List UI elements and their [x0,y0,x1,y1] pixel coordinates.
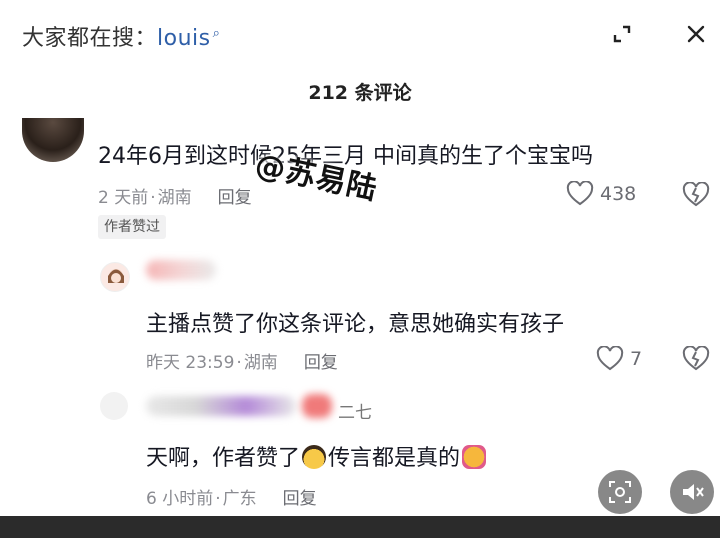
username-blurred [146,260,216,280]
avatar[interactable] [100,392,128,420]
author-liked-tag: 作者赞过 [98,215,166,239]
comment-location: 湖南 [157,188,192,208]
comment-meta: 昨天 23:59 · 湖南 回复 [146,353,338,373]
search-keyword[interactable]: louis [157,26,211,51]
comment-location: 广东 [222,489,257,509]
like-button[interactable]: 7 [596,346,642,372]
broken-heart-icon [682,345,710,371]
reply-button[interactable]: 回复 [218,188,252,208]
expand-icon [613,25,631,43]
heart-icon [596,346,624,371]
username-emoji-blurred [302,394,332,418]
close-icon [687,25,705,43]
comments-header: 大家都在搜：louis ⌕ [0,0,720,70]
search-prefix: 大家都在搜： [22,26,158,51]
comment-text: 天啊，作者赞了 传言都是真的 [146,440,488,472]
mute-icon [683,484,704,500]
broken-heart-icon [682,181,710,207]
username-blurred [146,396,296,416]
comment-text-part: 天啊，作者赞了 [146,446,301,471]
graduate-emoji-icon [302,445,327,469]
avatar[interactable] [100,262,130,292]
heart-icon [566,181,594,206]
username-fragment: 二七 [338,403,372,423]
dislike-button[interactable] [682,345,710,376]
search-suggestion[interactable]: 大家都在搜：louis ⌕ [22,20,220,52]
expand-button[interactable] [602,14,642,54]
scan-icon [609,481,631,503]
bottom-bar [0,516,720,538]
comment-text-part: 传言都是真的 [328,446,461,471]
comment-time: 昨天 23:59 [146,353,235,373]
avatar-illustration [108,269,124,283]
comment-meta: 2 天前 · 湖南 回复 [98,188,252,208]
image-search-button[interactable] [598,470,642,514]
dislike-button[interactable] [682,181,710,212]
mute-button[interactable] [670,470,714,514]
comment-location: 湖南 [243,353,278,373]
hug-emoji-icon [462,445,487,469]
comment-count-title: 212 条评论 [308,82,412,104]
avatar[interactable] [22,118,84,162]
comment-text: 主播点赞了你这条评论，意思她确实有孩子 [146,312,565,337]
like-count: 438 [600,183,637,205]
reply-button[interactable]: 回复 [304,353,338,373]
comment-time: 6 小时前 [146,489,214,509]
reply-button[interactable]: 回复 [283,489,317,509]
like-button[interactable]: 438 [566,181,636,207]
like-count: 7 [630,348,643,370]
comment-meta: 6 小时前 · 广东 回复 [146,489,317,509]
search-icon: ⌕ [212,26,221,41]
close-button[interactable] [676,14,716,54]
comment-time: 2 天前 [98,188,149,208]
